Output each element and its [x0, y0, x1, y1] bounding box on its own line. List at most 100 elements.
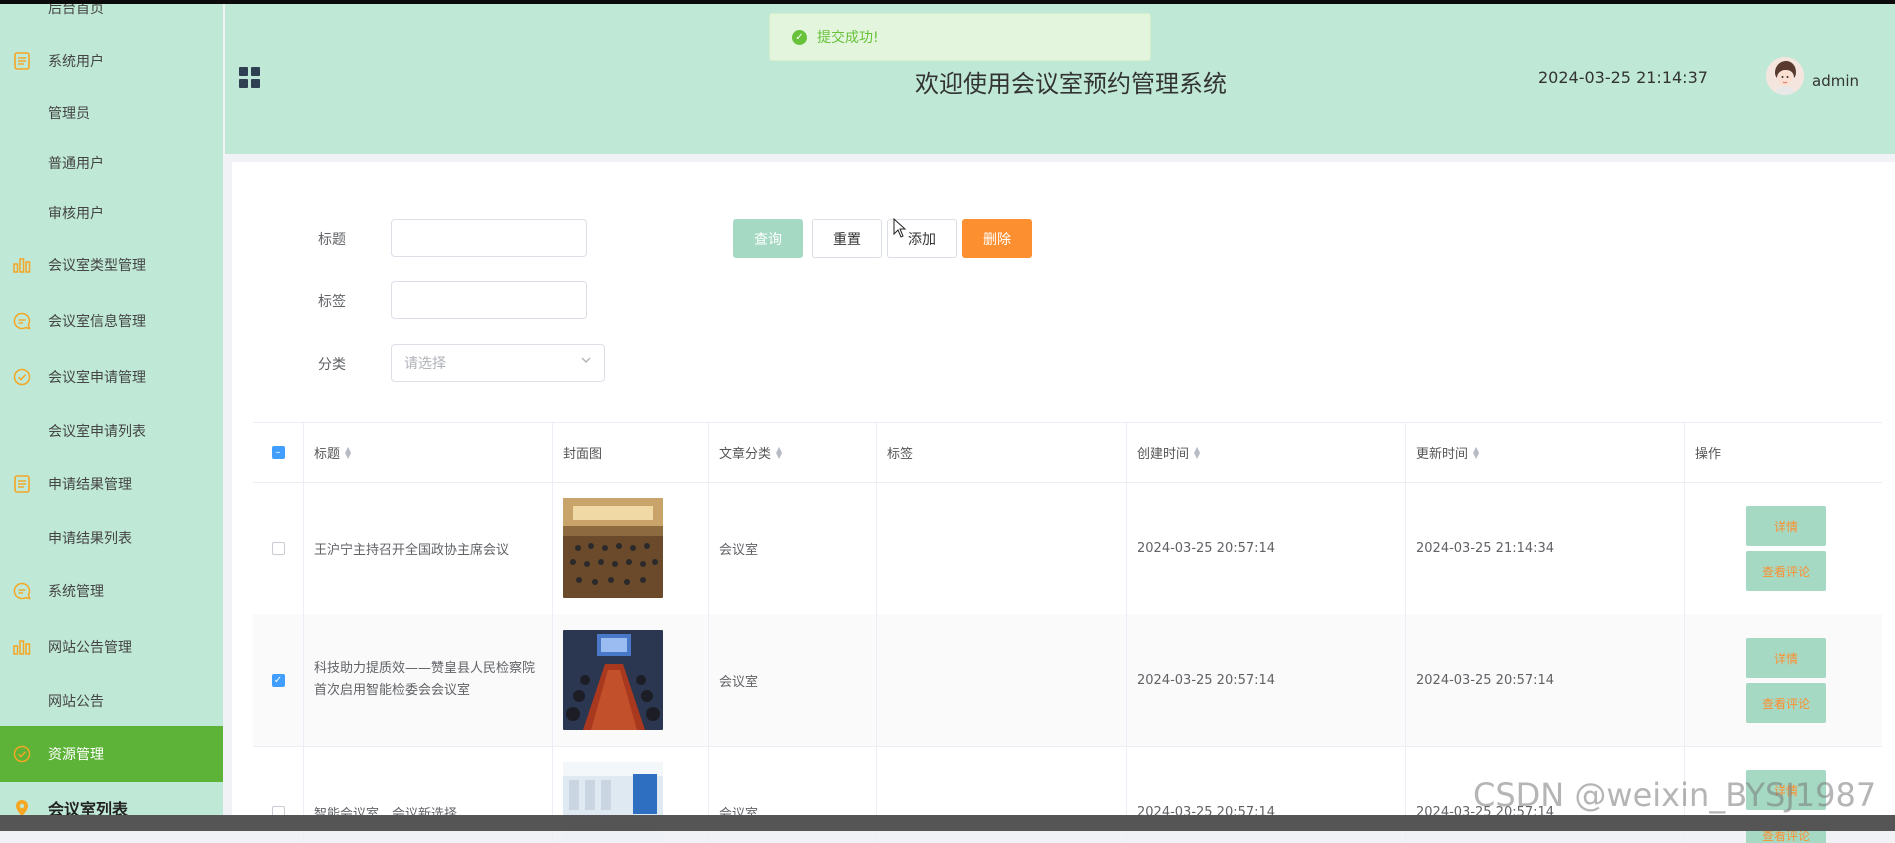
- sort-icon[interactable]: ▲ ▼: [1473, 445, 1479, 459]
- sidebar-item-label: 申请结果管理: [48, 477, 132, 493]
- sidebar-item-normal-users[interactable]: 普通用户: [0, 137, 223, 189]
- column-header-label: 操作: [1695, 447, 1722, 462]
- sort-icon[interactable]: ▲ ▼: [345, 445, 351, 459]
- title-filter-label: 标题: [318, 232, 346, 248]
- sidebar-item-room-info[interactable]: 会议室信息管理: [0, 295, 223, 347]
- row-created: 2024-03-25 20:57:14: [1126, 482, 1405, 614]
- mouse-cursor-icon: [893, 217, 907, 242]
- table-row: ✓ 科技助力提质效——赞皇县人民检察院首次启用智能检委会会议室 会议室 2024…: [253, 614, 1882, 747]
- sidebar-item-result-manage[interactable]: 申请结果管理: [0, 458, 223, 510]
- check-circle-icon: [12, 367, 32, 387]
- tag-filter-input[interactable]: [391, 281, 587, 319]
- tag-filter-label: 标签: [318, 294, 346, 310]
- column-header-label: 文章分类: [719, 447, 772, 462]
- sort-icon[interactable]: ▲ ▼: [1194, 445, 1200, 459]
- row-tag: [876, 482, 1126, 614]
- column-header-label: 创建时间: [1137, 447, 1190, 462]
- row-title: 王沪宁主持召开全国政协主席会议: [303, 482, 552, 614]
- sidebar-item-label: 系统用户: [48, 54, 104, 70]
- sidebar-item-label: 后台首页: [48, 4, 104, 17]
- column-header-category[interactable]: 文章分类 ▲ ▼: [708, 423, 876, 482]
- sidebar-item-label: 管理员: [48, 106, 90, 122]
- cover-image[interactable]: [563, 630, 663, 730]
- sidebar-item-admin[interactable]: 管理员: [0, 87, 223, 139]
- chat-icon: [12, 581, 32, 601]
- category-select-placeholder: 请选择: [404, 356, 446, 372]
- sidebar-item-label: 申请结果列表: [48, 531, 132, 547]
- title-filter-input[interactable]: [391, 219, 587, 257]
- row-category: 会议室: [708, 614, 876, 746]
- sidebar-item-notice[interactable]: 网站公告: [0, 675, 223, 727]
- sidebar-item-resource-manage[interactable]: 资源管理: [0, 726, 223, 782]
- page-title: 欢迎使用会议室预约管理系统: [915, 70, 1227, 98]
- row-updated: 2024-03-25 20:57:14: [1405, 614, 1684, 746]
- row-checkbox[interactable]: ✓: [271, 673, 285, 687]
- sidebar: 后台首页 系统用户 管理员 普通用户 审核用户 会议室类型管理 会议室信息管理 …: [0, 4, 223, 831]
- sidebar-item-system-users[interactable]: 系统用户: [0, 35, 223, 87]
- chat-icon: [12, 311, 32, 331]
- query-button[interactable]: 查询: [733, 219, 803, 258]
- row-checkbox[interactable]: [271, 541, 285, 555]
- cover-image[interactable]: [563, 498, 663, 598]
- bar-chart-icon: [12, 637, 32, 657]
- header-username[interactable]: admin: [1812, 72, 1859, 90]
- sidebar-item-label: 会议室类型管理: [48, 258, 146, 274]
- sidebar-item-label: 网站公告: [48, 694, 104, 710]
- sidebar-item-label: 网站公告管理: [48, 640, 132, 656]
- column-header-label: 标签: [887, 447, 914, 462]
- column-header-created[interactable]: 创建时间 ▲ ▼: [1126, 423, 1405, 482]
- main-content: 标题 标签 分类 请选择 查询 重置 添加 删除 – 标题 ▲ ▼ 封面图 文章分类…: [232, 162, 1895, 843]
- watermark-text: CSDN @weixin_BYSJ1987: [1473, 776, 1877, 814]
- sidebar-item-notice-manage[interactable]: 网站公告管理: [0, 621, 223, 673]
- header-datetime: 2024-03-25 21:14:37: [1538, 68, 1708, 87]
- check-circle-icon: [12, 744, 32, 764]
- detail-button[interactable]: 详情: [1746, 638, 1826, 678]
- view-comments-button[interactable]: 查看评论: [1746, 551, 1826, 591]
- row-updated: 2024-03-25 21:14:34: [1405, 482, 1684, 614]
- success-check-icon: ✓: [792, 29, 807, 45]
- sidebar-item-result-list[interactable]: 申请结果列表: [0, 512, 223, 564]
- column-header-label: 标题: [314, 447, 341, 462]
- table-row: 王沪宁主持召开全国政协主席会议 会议室 2024-03-25 20:57:14 …: [253, 482, 1882, 615]
- detail-button[interactable]: 详情: [1746, 506, 1826, 546]
- row-category: 会议室: [708, 482, 876, 614]
- sidebar-item-label: 资源管理: [48, 747, 104, 763]
- table-header-row: – 标题 ▲ ▼ 封面图 文章分类 ▲ ▼ 标签 创建时间 ▲ ▼ 更新时间 ▲ ▼ 操作: [253, 423, 1882, 483]
- bottom-bar: [0, 815, 1895, 831]
- delete-button[interactable]: 删除: [962, 219, 1032, 258]
- sidebar-item-label: 会议室申请管理: [48, 370, 146, 386]
- success-toast: ✓ 提交成功!: [769, 13, 1151, 61]
- sidebar-item-label: 会议室信息管理: [48, 314, 146, 330]
- sidebar-item-room-apply[interactable]: 会议室申请管理: [0, 351, 223, 403]
- sidebar-item-system-manage[interactable]: 系统管理: [0, 565, 223, 617]
- column-header-label: 更新时间: [1416, 447, 1469, 462]
- category-select[interactable]: 请选择: [391, 344, 605, 382]
- row-created: 2024-03-25 20:57:14: [1126, 614, 1405, 746]
- toast-message: 提交成功!: [817, 30, 879, 46]
- sidebar-item-review-users[interactable]: 审核用户: [0, 187, 223, 239]
- sidebar-item-room-type[interactable]: 会议室类型管理: [0, 239, 223, 291]
- view-comments-button[interactable]: 查看评论: [1746, 683, 1826, 723]
- category-filter-label: 分类: [318, 357, 346, 373]
- select-all-checkbox[interactable]: –: [271, 446, 285, 459]
- row-actions: 详情 查看评论: [1684, 614, 1882, 746]
- document-icon: [12, 474, 32, 494]
- sidebar-item-room-apply-list[interactable]: 会议室申请列表: [0, 405, 223, 457]
- row-cover: [552, 614, 708, 746]
- menu-toggle-grid-icon[interactable]: [239, 67, 261, 89]
- sidebar-item-label: 普通用户: [48, 156, 104, 172]
- sidebar-item-label: 会议室申请列表: [48, 424, 146, 440]
- column-header-actions: 操作: [1684, 423, 1882, 482]
- sidebar-item-label: 系统管理: [48, 584, 104, 600]
- column-header-updated[interactable]: 更新时间 ▲ ▼: [1405, 423, 1684, 482]
- chevron-down-icon: [580, 354, 592, 370]
- column-header-title[interactable]: 标题 ▲ ▼: [303, 423, 552, 482]
- row-tag: [876, 614, 1126, 746]
- avatar[interactable]: [1766, 57, 1804, 95]
- sidebar-item-label: 审核用户: [48, 206, 104, 222]
- row-actions: 详情 查看评论: [1684, 482, 1882, 614]
- reset-button[interactable]: 重置: [812, 219, 882, 258]
- sort-icon[interactable]: ▲ ▼: [776, 445, 782, 459]
- bar-chart-icon: [12, 255, 32, 275]
- sidebar-item-home[interactable]: 后台首页: [0, 4, 223, 34]
